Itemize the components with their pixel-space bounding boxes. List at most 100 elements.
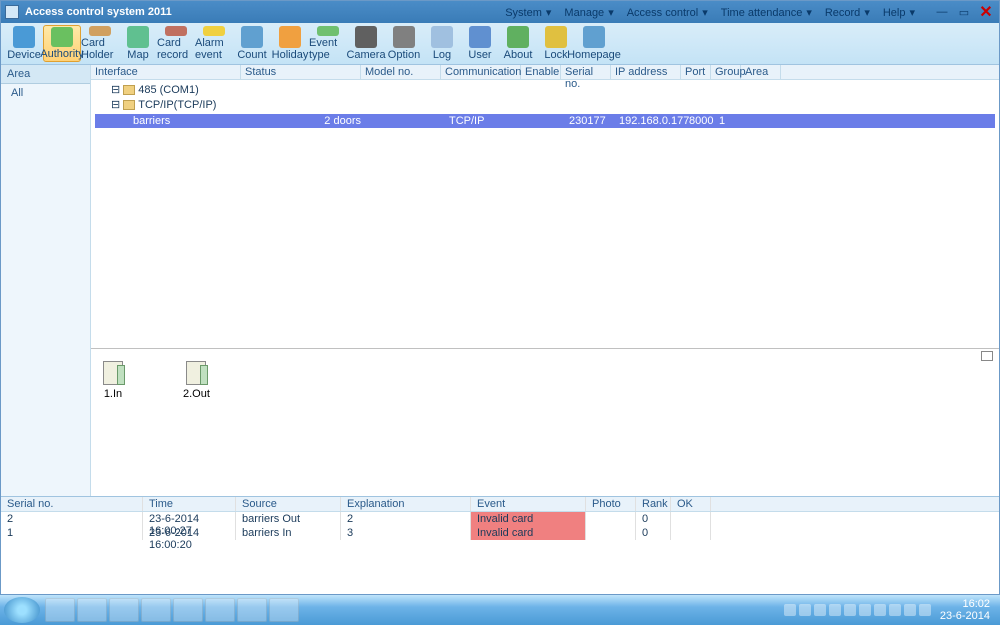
col-interface[interactable]: Interface (91, 65, 241, 79)
toolbar: DeviceAuthorityCard HolderMapCard record… (1, 23, 999, 65)
alarm-event-icon (203, 26, 225, 36)
tool-user[interactable]: User (461, 25, 499, 62)
tool-device[interactable]: Device (5, 25, 43, 62)
clock-time: 16:02 (940, 598, 990, 610)
col-group[interactable]: Group (711, 65, 741, 79)
tray-icon[interactable] (874, 604, 886, 616)
panel-toggle-icon[interactable] (981, 351, 993, 361)
tool-count[interactable]: Count (233, 25, 271, 62)
user-icon (469, 26, 491, 48)
row-group: 1 (715, 114, 745, 128)
ecol-time[interactable]: Time (143, 497, 236, 511)
app-icon (5, 5, 19, 19)
menu-manage[interactable]: Manage▾ (561, 4, 619, 21)
folder-icon (123, 100, 135, 110)
row-status: 2 doors (245, 114, 365, 128)
tool-alarm-event[interactable]: Alarm event (195, 25, 233, 62)
tray-icon[interactable] (844, 604, 856, 616)
about-icon (507, 26, 529, 48)
tree-node[interactable]: ⊟TCP/IP(TCP/IP) (97, 97, 993, 112)
taskbar-app-button[interactable] (45, 598, 75, 622)
ecol-serial[interactable]: Serial no. (1, 497, 143, 511)
tool-authority[interactable]: Authority (43, 25, 81, 62)
ecol-ok[interactable]: OK (671, 497, 711, 511)
taskbar-app-button[interactable] (205, 598, 235, 622)
tray-icon[interactable] (904, 604, 916, 616)
event-row[interactable]: 123-6-2014 16:00:20barriers In3Invalid c… (1, 526, 999, 540)
row-ip: 192.168.0.177 (615, 114, 685, 128)
tray-icon[interactable] (829, 604, 841, 616)
col-model[interactable]: Model no. (361, 65, 441, 79)
event-row[interactable]: 223-6-2014 16:00:27barriers Out2Invalid … (1, 512, 999, 526)
events-header: Serial no. Time Source Explanation Event… (1, 497, 999, 512)
tool-camera[interactable]: Camera (347, 25, 385, 62)
tray-icon[interactable] (889, 604, 901, 616)
close-button[interactable]: ✕ (977, 5, 995, 19)
authority-icon (51, 27, 73, 47)
interface-tree: ⊟485 (COM1)⊟TCP/IP(TCP/IP) (91, 80, 999, 114)
tray-icon[interactable] (784, 604, 796, 616)
maximize-button[interactable]: ▭ (955, 5, 973, 19)
count-icon (241, 26, 263, 48)
app-title: Access control system 2011 (25, 6, 172, 18)
app-window: Access control system 2011 System▾Manage… (0, 0, 1000, 595)
titlebar: Access control system 2011 System▾Manage… (1, 1, 999, 23)
tray-icon[interactable] (814, 604, 826, 616)
tool-card-holder[interactable]: Card Holder (81, 25, 119, 62)
menu-access-control[interactable]: Access control▾ (624, 4, 714, 21)
ecol-photo[interactable]: Photo (586, 497, 636, 511)
map-icon (127, 26, 149, 48)
tray-icon[interactable] (799, 604, 811, 616)
tool-homepage[interactable]: Homepage (575, 25, 613, 62)
taskbar: 16:02 23-6-2014 (0, 595, 1000, 625)
col-status[interactable]: Status (241, 65, 361, 79)
grid-header: Interface Status Model no. Communication… (91, 65, 999, 80)
selected-device-row[interactable]: barriers 2 doors TCP/IP 230177 192.168.0… (95, 114, 995, 128)
taskbar-app-button[interactable] (173, 598, 203, 622)
menu-time-attendance[interactable]: Time attendance▾ (718, 4, 818, 21)
taskbar-app-button[interactable] (141, 598, 171, 622)
door-2-out[interactable]: 2.Out (183, 361, 210, 484)
menu-record[interactable]: Record▾ (822, 4, 876, 21)
taskbar-app-button[interactable] (109, 598, 139, 622)
tool-log[interactable]: Log (423, 25, 461, 62)
taskbar-app-button[interactable] (269, 598, 299, 622)
card-record-icon (165, 26, 187, 36)
col-port[interactable]: Port (681, 65, 711, 79)
camera-icon (355, 26, 377, 48)
menu-help[interactable]: Help▾ (880, 4, 921, 21)
ecol-event[interactable]: Event (471, 497, 586, 511)
tool-about[interactable]: About (499, 25, 537, 62)
col-enable[interactable]: Enable (521, 65, 561, 79)
ecol-explanation[interactable]: Explanation (341, 497, 471, 511)
sidebar-node-all[interactable]: All (1, 84, 90, 102)
col-area[interactable]: Area (741, 65, 781, 79)
door-panel: 1.In 2.Out (91, 348, 999, 496)
tool-holiday[interactable]: Holiday (271, 25, 309, 62)
tray-icon[interactable] (919, 604, 931, 616)
minimize-button[interactable]: — (933, 5, 951, 19)
taskbar-app-button[interactable] (237, 598, 267, 622)
ecol-source[interactable]: Source (236, 497, 341, 511)
clock[interactable]: 16:02 23-6-2014 (940, 598, 990, 622)
lock-icon (545, 26, 567, 48)
device-icon (13, 26, 35, 48)
door-1-in[interactable]: 1.In (103, 361, 123, 484)
ecol-rank[interactable]: Rank (636, 497, 671, 511)
tool-option[interactable]: Option (385, 25, 423, 62)
tray-icon[interactable] (859, 604, 871, 616)
row-model (365, 114, 445, 128)
tool-card-record[interactable]: Card record (157, 25, 195, 62)
start-button[interactable] (4, 597, 40, 623)
system-tray: 16:02 23-6-2014 (784, 598, 996, 622)
menu-system[interactable]: System▾ (502, 4, 557, 21)
tree-node[interactable]: ⊟485 (COM1) (97, 82, 993, 97)
col-ip[interactable]: IP address (611, 65, 681, 79)
events-panel: Serial no. Time Source Explanation Event… (1, 496, 999, 594)
tool-map[interactable]: Map (119, 25, 157, 62)
col-comm[interactable]: Communication (441, 65, 521, 79)
folder-icon (123, 85, 135, 95)
tool-event-type[interactable]: Event type (309, 25, 347, 62)
col-serial[interactable]: Serial no. (561, 65, 611, 79)
taskbar-app-button[interactable] (77, 598, 107, 622)
